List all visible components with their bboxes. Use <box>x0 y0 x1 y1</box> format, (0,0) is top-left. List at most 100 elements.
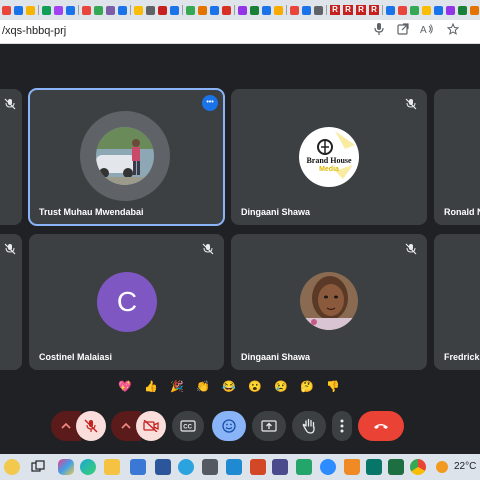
tab-favicon[interactable] <box>134 5 143 15</box>
tab-favicon[interactable] <box>26 5 35 15</box>
tab-favicon[interactable] <box>274 5 283 15</box>
tab-favicon[interactable] <box>54 5 63 15</box>
bookmark-star-icon[interactable] <box>444 22 462 41</box>
clapping-reaction-icon[interactable]: 👏 <box>194 378 212 396</box>
tab-favicon[interactable] <box>434 5 443 15</box>
tab-separator <box>382 5 383 15</box>
participant-tile[interactable]: Dingaani Shawa <box>231 234 427 370</box>
more-options-button[interactable] <box>332 411 352 441</box>
tab-favicon[interactable] <box>82 5 91 15</box>
participant-tile-partial[interactable]: Fredrick <box>434 234 480 370</box>
edge-browser-icon[interactable] <box>80 459 96 475</box>
tab-favicon[interactable] <box>262 5 271 15</box>
thinking-reaction-icon[interactable]: 🤔 <box>298 378 316 396</box>
party-popper-reaction-icon[interactable]: 🎉 <box>168 378 186 396</box>
camera-off-icon <box>143 420 159 432</box>
tab-favicon[interactable] <box>118 5 127 15</box>
telegram-icon[interactable] <box>178 459 194 475</box>
tab-favicon[interactable] <box>106 5 115 15</box>
read-aloud-icon[interactable]: A <box>418 23 436 41</box>
excel-icon[interactable] <box>388 459 404 475</box>
calculator-icon[interactable] <box>202 459 218 475</box>
tab-favicon[interactable] <box>42 5 51 15</box>
tab-favicon[interactable] <box>170 5 179 15</box>
microphone-icon[interactable] <box>370 23 388 41</box>
tab-r-label[interactable]: R <box>356 5 366 15</box>
tab-favicon[interactable] <box>210 5 219 15</box>
participant-tile-partial[interactable] <box>0 234 22 370</box>
brand-logo-avatar: Brand House Media <box>299 127 359 187</box>
participant-name: Trust Muhau Mwendabai <box>39 207 144 217</box>
participant-tile-partial[interactable] <box>0 89 22 225</box>
camera-toggle-button[interactable] <box>136 411 166 441</box>
tab-favicon[interactable] <box>2 5 11 15</box>
heart-reaction-icon[interactable]: 💖 <box>116 378 134 396</box>
mic-toggle-button[interactable] <box>76 411 106 441</box>
tab-separator <box>38 5 39 15</box>
vlc-icon[interactable] <box>344 459 360 475</box>
surprised-reaction-icon[interactable]: 😮 <box>246 378 264 396</box>
tab-favicon[interactable] <box>158 5 167 15</box>
send-reaction-button[interactable] <box>212 411 246 441</box>
tab-favicon[interactable] <box>14 5 23 15</box>
participant-tile-partial[interactable]: Ronald N <box>434 89 480 225</box>
open-in-app-icon[interactable] <box>394 23 412 41</box>
closed-captions-icon: CC <box>180 420 196 432</box>
tab-favicon[interactable] <box>410 5 419 15</box>
captions-button[interactable]: CC <box>172 411 204 441</box>
tab-favicon[interactable] <box>386 5 395 15</box>
tab-favicon[interactable] <box>198 5 207 15</box>
tab-favicon[interactable] <box>146 5 155 15</box>
tab-r-label[interactable]: R <box>343 5 353 15</box>
more-options-button[interactable]: ••• <box>202 95 218 111</box>
tab-favicon[interactable] <box>314 5 323 15</box>
participant-tile[interactable]: Brand House Media Dingaani Shawa <box>231 89 427 225</box>
widgets-icon[interactable] <box>4 459 20 475</box>
powerpoint-icon[interactable] <box>250 459 266 475</box>
vscode-icon[interactable] <box>226 459 242 475</box>
browser-tab-strip: R R R R <box>0 0 480 20</box>
publisher-icon[interactable] <box>366 459 382 475</box>
participant-tile[interactable]: ••• Trust Muhau Mwendabai <box>28 88 225 226</box>
thumbs-down-reaction-icon[interactable]: 👎 <box>324 378 342 396</box>
tab-r-label[interactable]: R <box>369 5 379 15</box>
reactions-bar: 💖 👍 🎉 👏 😂 😮 😢 🤔 👎 <box>116 378 342 396</box>
tab-favicon[interactable] <box>222 5 231 15</box>
tab-favicon[interactable] <box>302 5 311 15</box>
weather-temperature[interactable]: 22°C <box>454 461 476 472</box>
tab-r-label[interactable]: R <box>330 5 340 15</box>
jw-library-icon[interactable] <box>272 459 288 475</box>
tab-favicon[interactable] <box>250 5 259 15</box>
raise-hand-button[interactable] <box>292 411 326 441</box>
url-text[interactable]: /xqs-hbbq-prj <box>2 25 66 37</box>
present-screen-button[interactable] <box>252 411 286 441</box>
participant-tile[interactable]: C Costinel Malaiasi <box>29 234 224 370</box>
tab-favicon[interactable] <box>186 5 195 15</box>
tab-separator <box>234 5 235 15</box>
participant-name: Costinel Malaiasi <box>39 352 113 362</box>
copilot-icon[interactable] <box>58 459 74 475</box>
task-view-icon[interactable] <box>30 459 46 475</box>
word-icon[interactable] <box>155 459 171 475</box>
vscode-insiders-icon[interactable] <box>296 459 312 475</box>
file-explorer-icon[interactable] <box>104 459 120 475</box>
tab-favicon[interactable] <box>446 5 455 15</box>
tab-favicon[interactable] <box>238 5 247 15</box>
tab-favicon[interactable] <box>66 5 75 15</box>
crying-reaction-icon[interactable]: 😢 <box>272 378 290 396</box>
store-icon[interactable] <box>130 459 146 475</box>
tab-favicon[interactable] <box>290 5 299 15</box>
tab-favicon[interactable] <box>398 5 407 15</box>
tab-favicon[interactable] <box>94 5 103 15</box>
weather-sun-icon[interactable] <box>436 461 448 473</box>
tab-favicon[interactable] <box>470 5 479 15</box>
tab-favicon[interactable] <box>422 5 431 15</box>
leave-call-button[interactable] <box>358 411 404 441</box>
brand-logo-line1: Brand House <box>306 156 352 165</box>
chrome-icon[interactable] <box>410 459 426 475</box>
laughing-reaction-icon[interactable]: 😂 <box>220 378 238 396</box>
thumbs-up-reaction-icon[interactable]: 👍 <box>142 378 160 396</box>
tab-separator <box>182 5 183 15</box>
tab-favicon[interactable] <box>458 5 467 15</box>
zoom-icon[interactable] <box>320 459 336 475</box>
